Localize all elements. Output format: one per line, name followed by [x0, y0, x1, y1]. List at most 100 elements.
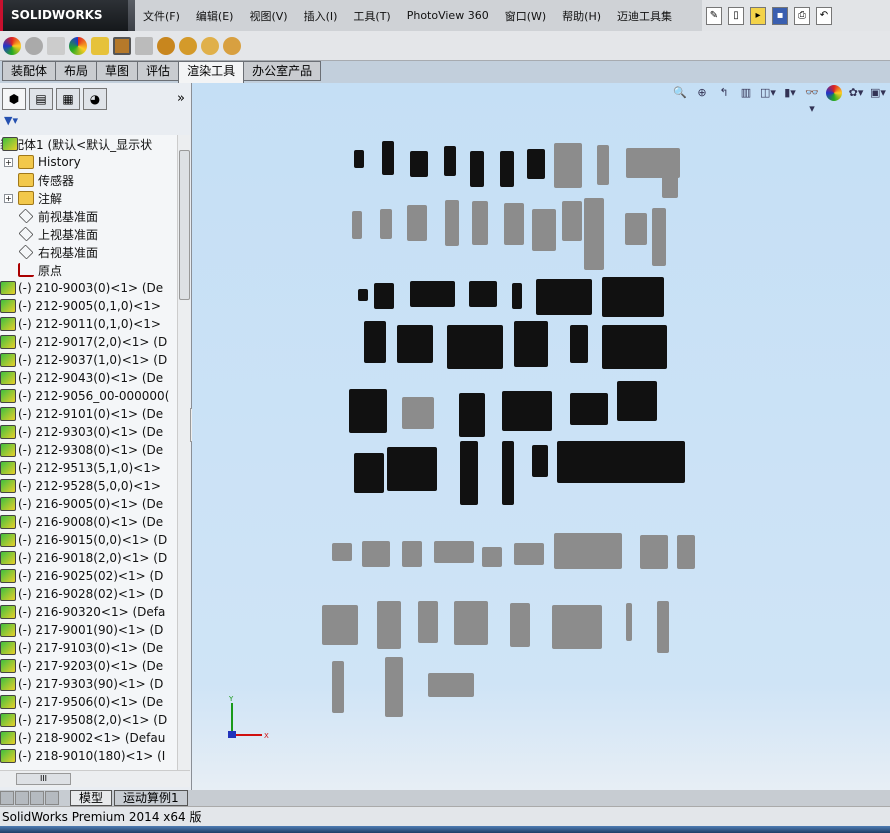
- hinge-part[interactable]: [502, 391, 552, 431]
- menu-item[interactable]: 帮助(H): [554, 8, 609, 24]
- hinge-part[interactable]: [364, 321, 386, 363]
- hinge-part[interactable]: [362, 541, 390, 567]
- preview-window-icon[interactable]: [113, 36, 131, 55]
- feature-manager-tab-icon[interactable]: ⬢: [2, 88, 26, 110]
- hinge-part[interactable]: [374, 283, 394, 309]
- hinge-part[interactable]: [500, 151, 514, 187]
- menu-item[interactable]: 视图(V): [241, 8, 295, 24]
- hinge-part[interactable]: [472, 201, 488, 245]
- zoom-to-fit-icon[interactable]: 🔍: [672, 85, 688, 101]
- display-manager-tab-icon[interactable]: ◕: [83, 88, 107, 110]
- hinge-part[interactable]: [514, 543, 544, 565]
- tree-item[interactable]: + 注解: [0, 189, 177, 207]
- command-tab[interactable]: 渲染工具: [178, 61, 245, 83]
- tree-item[interactable]: +(-) 212-9303(0)<1> (De: [0, 423, 177, 441]
- scene-icon[interactable]: [69, 36, 87, 55]
- tree-item[interactable]: +(-) 216-9015(0,0)<1> (D: [0, 531, 177, 549]
- command-tab[interactable]: 布局: [55, 61, 98, 81]
- tree-item[interactable]: +(-) 217-9506(0)<1> (De: [0, 693, 177, 711]
- appearance-icon[interactable]: [3, 36, 21, 55]
- tree-item[interactable]: +(-) 212-9308(0)<1> (De: [0, 441, 177, 459]
- hinge-part[interactable]: [332, 543, 352, 561]
- command-tab[interactable]: 装配体: [2, 61, 57, 81]
- edit-appearance-icon[interactable]: [826, 85, 842, 101]
- hinge-part[interactable]: [349, 389, 387, 433]
- hinge-part[interactable]: [454, 601, 488, 645]
- tree-item[interactable]: 上视基准面: [0, 225, 177, 243]
- command-tab[interactable]: 办公室产品: [243, 61, 322, 81]
- hinge-part[interactable]: [482, 547, 502, 567]
- hinge-part[interactable]: [527, 149, 545, 179]
- tree-item[interactable]: +(-) 216-9005(0)<1> (De: [0, 495, 177, 513]
- tree-item[interactable]: +(-) 218-9002<1> (Defau: [0, 729, 177, 747]
- print-icon[interactable]: ⎙: [794, 6, 810, 25]
- tree-item[interactable]: +(-) 212-9528(5,0,0)<1>: [0, 477, 177, 495]
- tree-item[interactable]: +(-) 212-9513(5,1,0)<1>: [0, 459, 177, 477]
- tab-model[interactable]: 模型: [70, 790, 113, 806]
- hinge-part[interactable]: [514, 321, 548, 367]
- menu-item[interactable]: 插入(I): [296, 8, 346, 24]
- apply-scene-icon[interactable]: ✿▾: [848, 85, 864, 101]
- tree-item[interactable]: +(-) 216-9008(0)<1> (De: [0, 513, 177, 531]
- hinge-part[interactable]: [397, 325, 433, 363]
- expand-icon[interactable]: +: [4, 193, 13, 203]
- tree-item[interactable]: +(-) 217-9203(0)<1> (De: [0, 657, 177, 675]
- tree-item[interactable]: +(-) 217-9303(90)<1> (D: [0, 675, 177, 693]
- hinge-part[interactable]: [354, 150, 364, 168]
- hinge-part[interactable]: [617, 381, 657, 421]
- tree-item[interactable]: +(-) 218-9010(180)<1> (I: [0, 747, 177, 765]
- hide-show-items-icon[interactable]: 👓▾: [804, 85, 820, 115]
- hinge-part[interactable]: [358, 289, 368, 301]
- tab-motion-study[interactable]: 运动算例1: [114, 790, 188, 806]
- hinge-part[interactable]: [570, 325, 588, 363]
- hinge-part[interactable]: [502, 441, 514, 505]
- hinge-part[interactable]: [382, 141, 394, 175]
- hinge-part[interactable]: [640, 535, 668, 569]
- hinge-part[interactable]: [407, 205, 427, 241]
- hinge-part[interactable]: [584, 198, 604, 270]
- view-settings-icon[interactable]: ▣▾: [870, 85, 886, 101]
- tree-item[interactable]: + History: [0, 153, 177, 171]
- final-render-icon[interactable]: [157, 36, 175, 55]
- hinge-part[interactable]: [332, 661, 344, 713]
- hinge-part[interactable]: [570, 393, 608, 425]
- display-style-icon[interactable]: ▮▾: [782, 85, 798, 101]
- hinge-part[interactable]: [504, 203, 524, 245]
- hinge-part[interactable]: [352, 211, 362, 239]
- hinge-part[interactable]: [445, 200, 459, 246]
- render-options-icon[interactable]: [179, 36, 197, 55]
- hinge-part[interactable]: [428, 673, 474, 697]
- view-orientation-icon[interactable]: ◫▾: [760, 85, 776, 101]
- filter-icon[interactable]: ▼▾: [4, 114, 18, 127]
- tree-root[interactable]: 装配体1 (默认<默认_显示状: [0, 135, 177, 153]
- hinge-part[interactable]: [377, 601, 401, 649]
- open-icon[interactable]: ▸: [750, 6, 766, 25]
- tree-item[interactable]: +(-) 212-9037(1,0)<1> (D: [0, 351, 177, 369]
- undo-icon[interactable]: ↶: [816, 6, 832, 25]
- schedule-render-icon[interactable]: [201, 36, 219, 55]
- tree-item[interactable]: +(-) 212-9017(2,0)<1> (D: [0, 333, 177, 351]
- tree-item[interactable]: +(-) 212-9011(0,1,0)<1>: [0, 315, 177, 333]
- scroll-thumb[interactable]: [179, 150, 190, 300]
- command-tab[interactable]: 评估: [137, 61, 180, 81]
- vertical-scrollbar[interactable]: [177, 135, 190, 770]
- last-tab-button[interactable]: [45, 791, 59, 805]
- section-view-icon[interactable]: ▥: [738, 85, 754, 101]
- previous-view-icon[interactable]: ↰: [716, 85, 732, 101]
- hinge-part[interactable]: [554, 533, 622, 569]
- tree-item[interactable]: +(-) 212-9101(0)<1> (De: [0, 405, 177, 423]
- menu-item[interactable]: 迈迪工具集: [609, 8, 680, 24]
- tree-item[interactable]: 右视基准面: [0, 243, 177, 261]
- tree-item[interactable]: +(-) 210-9003(0)<1> (De: [0, 279, 177, 297]
- edit-appearance-icon[interactable]: [25, 36, 43, 55]
- hinge-part[interactable]: [626, 603, 632, 641]
- tree-item[interactable]: 原点: [0, 261, 177, 279]
- zoom-to-area-icon[interactable]: ⊕: [694, 85, 710, 101]
- more-tabs-icon[interactable]: »: [177, 91, 185, 106]
- hinge-part[interactable]: [532, 445, 548, 477]
- command-tab[interactable]: 草图: [96, 61, 139, 81]
- copy-appearance-icon[interactable]: [47, 36, 65, 55]
- hinge-part[interactable]: [677, 535, 695, 569]
- tree-item[interactable]: +(-) 216-9028(02)<1> (D: [0, 585, 177, 603]
- menu-item[interactable]: PhotoView 360: [399, 9, 497, 22]
